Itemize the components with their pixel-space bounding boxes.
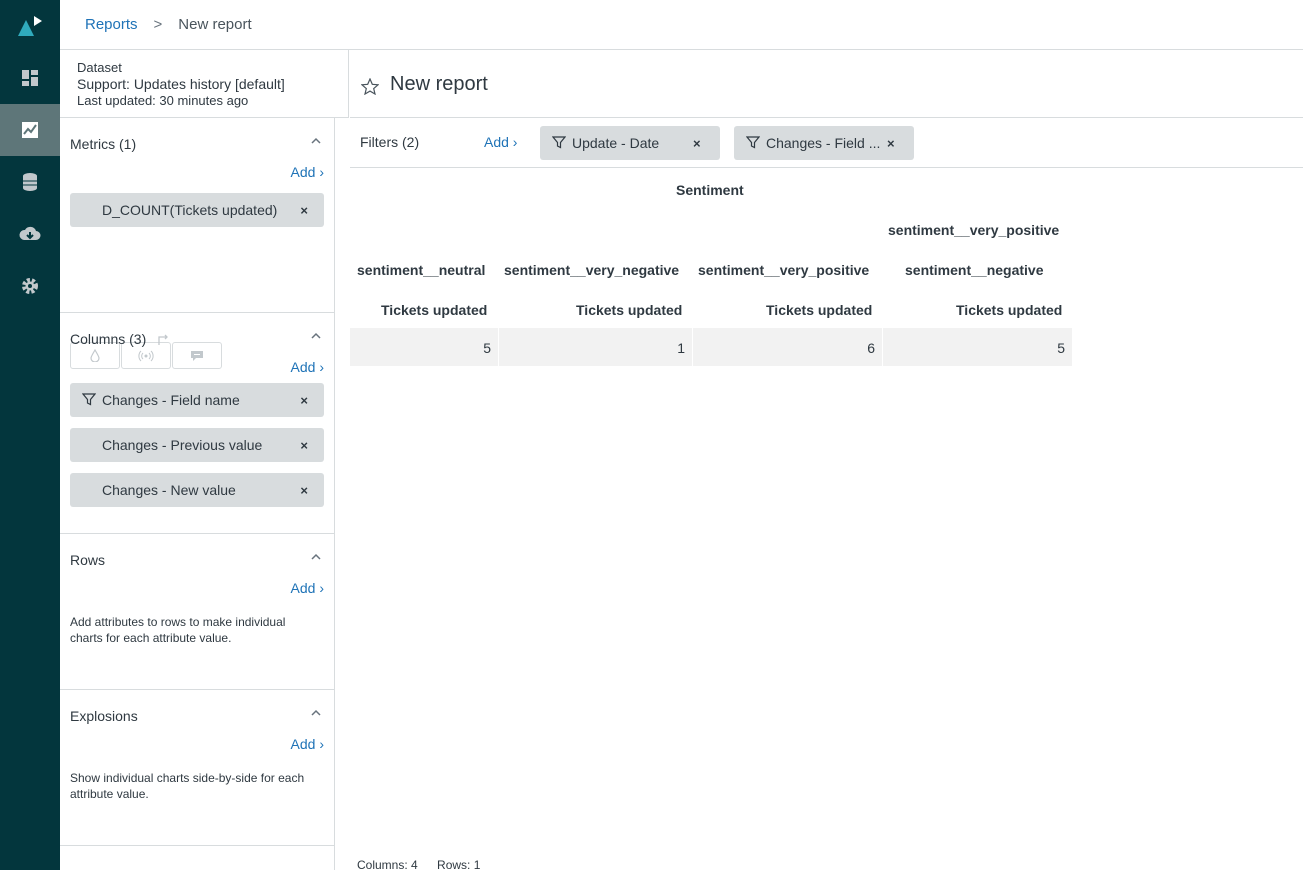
explosions-section: Explosions Add › Show individual charts … <box>60 690 334 846</box>
explore-logo-icon[interactable] <box>16 12 44 40</box>
chevron-up-icon[interactable] <box>310 552 322 562</box>
cell-value: 1 <box>677 340 685 356</box>
filter-icon <box>552 136 566 149</box>
star-icon[interactable] <box>361 78 379 95</box>
dataset-updated: Last updated: 30 minutes ago <box>77 93 349 109</box>
columns-title: Columns (3) <box>70 331 146 347</box>
filter-icon <box>746 136 760 149</box>
chevron-up-icon[interactable] <box>310 708 322 718</box>
column-pill[interactable]: Changes - Field name × <box>70 383 324 417</box>
report-config-panel: Dataset Support: Updates history [defaul… <box>60 50 349 870</box>
breadcrumb-reports-link[interactable]: Reports <box>85 16 138 33</box>
cell-value: 6 <box>867 340 875 356</box>
dataset-info: Dataset Support: Updates history [defaul… <box>60 50 349 118</box>
filters-title: Filters (2) <box>360 134 419 150</box>
explosions-add-link[interactable]: Add › <box>291 736 324 752</box>
chevron-up-icon[interactable] <box>310 331 322 341</box>
column-pill-label: Changes - Field name <box>102 392 240 408</box>
product-nav <box>0 0 60 870</box>
remove-icon[interactable]: × <box>300 393 308 408</box>
settings-gear-icon[interactable] <box>0 260 60 312</box>
column-group-header: Sentiment <box>676 182 744 198</box>
filter-pill[interactable]: Changes - Field ... × <box>734 126 914 160</box>
filters-bar: Filters (2) Add › Update - Date × Change… <box>350 117 1303 168</box>
column-header-level2: sentiment__very_positive <box>888 222 1059 238</box>
report-canvas: New report Filters (2) Add › Update - Da… <box>350 50 1303 870</box>
metrics-section: Metrics (1) Add › D_COUNT(Tickets update… <box>60 118 334 313</box>
dataset-label: Dataset <box>77 60 349 76</box>
remove-icon[interactable]: × <box>693 136 701 151</box>
explosions-title: Explosions <box>70 708 138 724</box>
rows-title: Rows <box>70 552 105 568</box>
remove-icon[interactable]: × <box>300 203 308 218</box>
column-header-level3: sentiment__very_positive <box>698 262 869 278</box>
cloud-download-icon[interactable] <box>0 208 60 260</box>
report-title[interactable]: New report <box>390 73 488 96</box>
column-pill[interactable]: Changes - New value × <box>70 473 324 507</box>
metric-header: Tickets updated <box>381 302 487 318</box>
table-cell: 6 <box>693 328 882 366</box>
metrics-add-link[interactable]: Add › <box>291 164 324 180</box>
chevron-up-icon[interactable] <box>310 136 322 146</box>
filters-add-link[interactable]: Add › <box>484 134 517 150</box>
rows-add-link[interactable]: Add › <box>291 580 324 596</box>
rows-description: Add attributes to rows to make individua… <box>70 614 320 646</box>
breadcrumb-current: New report <box>178 16 251 33</box>
columns-section: Columns (3) Add › Changes - Field name ×… <box>60 313 334 534</box>
swap-icon[interactable] <box>156 333 170 347</box>
cell-value: 5 <box>483 340 491 356</box>
dataset-name[interactable]: Support: Updates history [default] <box>77 76 349 93</box>
remove-icon[interactable]: × <box>300 438 308 453</box>
filter-icon <box>82 393 96 406</box>
panel-scrollbar[interactable] <box>334 118 349 870</box>
columns-add-link[interactable]: Add › <box>291 359 324 375</box>
remove-icon[interactable]: × <box>300 483 308 498</box>
column-pill-label: Changes - New value <box>102 482 236 498</box>
top-bar: Reports > New report <box>60 0 1303 50</box>
filter-pill-label: Update - Date <box>572 135 659 151</box>
filter-pill-label: Changes - Field ... <box>766 135 880 151</box>
table-cell: 1 <box>499 328 692 366</box>
column-pill[interactable]: Changes - Previous value × <box>70 428 324 462</box>
dashboard-icon[interactable] <box>0 52 60 104</box>
metric-header: Tickets updated <box>956 302 1062 318</box>
table-cell: 5 <box>350 328 498 366</box>
metric-header: Tickets updated <box>766 302 872 318</box>
metric-pill[interactable]: D_COUNT(Tickets updated) × <box>70 193 324 227</box>
rows-section: Rows Add › Add attributes to rows to mak… <box>60 534 334 690</box>
metrics-title: Metrics (1) <box>70 136 136 152</box>
explosions-description: Show individual charts side-by-side for … <box>70 770 320 802</box>
column-pill-label: Changes - Previous value <box>102 437 262 453</box>
breadcrumb-separator: > <box>154 16 163 33</box>
metric-header: Tickets updated <box>576 302 682 318</box>
table-cell: 5 <box>883 328 1072 366</box>
column-header-level3: sentiment__neutral <box>357 262 485 278</box>
datasets-icon[interactable] <box>0 156 60 208</box>
remove-icon[interactable]: × <box>887 136 895 151</box>
reports-icon[interactable] <box>0 104 60 156</box>
filter-pill[interactable]: Update - Date × <box>540 126 720 160</box>
metric-pill-label: D_COUNT(Tickets updated) <box>102 202 277 218</box>
cell-value: 5 <box>1057 340 1065 356</box>
column-header-level3: sentiment__negative <box>905 262 1044 278</box>
breadcrumb: Reports > New report <box>85 16 252 33</box>
column-header-level3: sentiment__very_negative <box>504 262 679 278</box>
